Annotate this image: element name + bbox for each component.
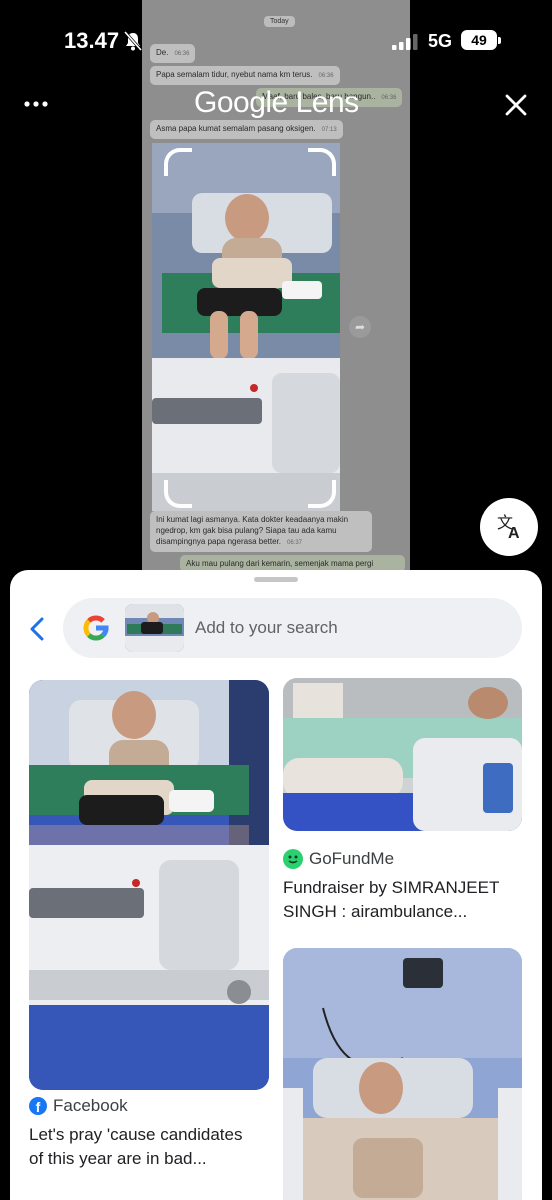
more-options-icon[interactable] [22, 92, 50, 116]
chat-message: Ini kumat lagi asmanya. Kata dokter kead… [150, 511, 372, 552]
result-source-name: Facebook [53, 1096, 128, 1115]
chat-message: De. 06:36 [150, 44, 196, 63]
forward-icon: ➦ [349, 316, 371, 338]
results-sheet: Add to your search f Facebook Let's pray… [10, 570, 542, 1200]
network-type: 5G [428, 31, 453, 51]
selection-frame[interactable] [164, 148, 336, 508]
result-source[interactable]: f Facebook [29, 1096, 128, 1116]
result-photo-ward [283, 948, 522, 1200]
result-photo-patient [283, 678, 522, 831]
back-icon[interactable] [26, 614, 48, 644]
sheet-drag-handle[interactable] [254, 577, 298, 582]
status-time: 13.47 [64, 28, 120, 53]
chat-day-label: Today [264, 16, 295, 27]
lens-screen: Today De. 06:36 Papa semalam tidur, nyebu… [0, 0, 552, 1200]
result-caption[interactable]: Fundraiser by SIMRANJEET SINGH : airambu… [283, 876, 499, 924]
chat-message: Papa semalam tidur, nyebut nama km terus… [150, 66, 340, 85]
result-caption[interactable]: Let's pray 'cause candidates of this yea… [29, 1123, 242, 1171]
silent-bell-icon [123, 31, 143, 51]
close-icon[interactable] [504, 93, 528, 117]
facebook-icon: f [29, 1097, 47, 1115]
translate-icon: 文 A [497, 513, 520, 542]
search-image-thumbnail[interactable] [125, 604, 184, 652]
translate-button[interactable]: 文 A [480, 498, 538, 556]
svg-text:A: A [508, 525, 520, 542]
result-caption-line: Let's pray 'cause candidates [29, 1125, 243, 1144]
search-input[interactable]: Add to your search [195, 618, 338, 638]
result-source[interactable]: GoFundMe [283, 849, 394, 869]
result-caption-line: SINGH : airambulance... [283, 902, 468, 921]
result-photo-bed [29, 680, 269, 1090]
chat-message: Asma papa kumat semalam pasang oksigen. 0… [150, 120, 343, 139]
result-caption-line: of this year are in bad... [29, 1149, 207, 1168]
battery-nub [498, 37, 501, 44]
result-caption-line: Fundraiser by SIMRANJEET [283, 878, 500, 897]
result-image[interactable] [29, 680, 269, 1090]
google-g-icon [83, 615, 109, 641]
gofundme-icon [283, 849, 303, 869]
result-image[interactable] [283, 948, 522, 1200]
lens-title: Google Lens [194, 86, 359, 119]
result-image[interactable] [283, 678, 522, 831]
result-source-name: GoFundMe [309, 849, 395, 868]
hospital-thumbnail [125, 604, 184, 652]
battery-icon: 49 [461, 30, 497, 50]
search-bar[interactable]: Add to your search [63, 598, 522, 658]
signal-icon [392, 34, 418, 50]
